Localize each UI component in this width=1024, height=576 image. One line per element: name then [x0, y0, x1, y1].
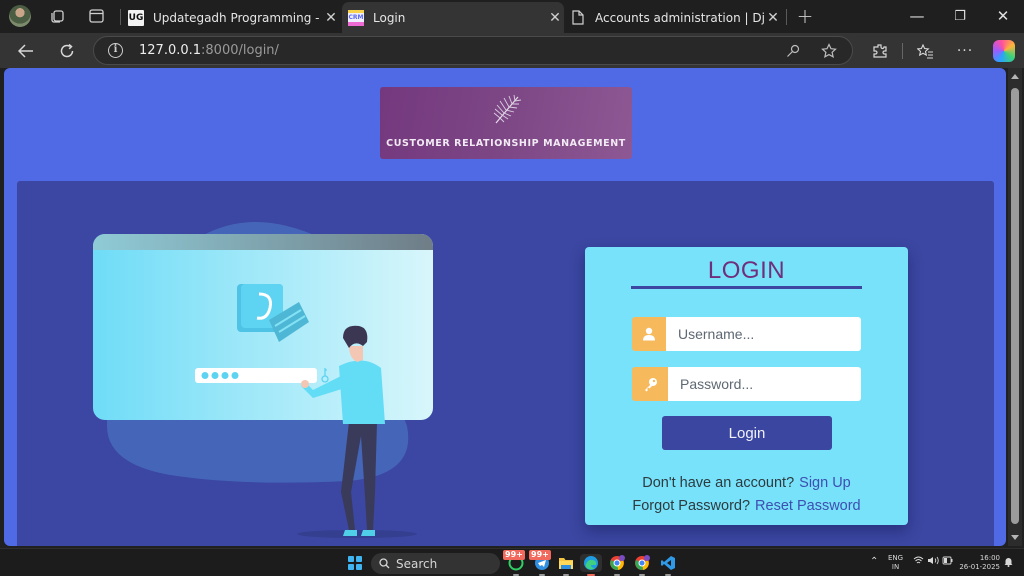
- password-field-group: [632, 367, 861, 401]
- login-form-card: LOGIN Login Don't have an account?Sign U…: [585, 247, 908, 525]
- signup-prompt: Don't have an account?: [642, 475, 795, 491]
- scrollbar-thumb[interactable]: [1011, 88, 1019, 524]
- heading-underline: [631, 286, 862, 289]
- document-icon: [570, 10, 586, 26]
- browser-tab-bar: UG Updategadh Programming - Updategadh ✕…: [0, 0, 1024, 33]
- scroll-up-arrow-icon[interactable]: [1011, 74, 1019, 79]
- tab-separator: [786, 9, 787, 25]
- favorites-icon[interactable]: [912, 38, 938, 64]
- page-viewport: CUSTOMER RELATIONSHIP MANAGEMENT LOGIN U…: [4, 68, 1006, 546]
- tab-title: Accounts administration | Django site ad…: [595, 10, 764, 25]
- password-key-icon[interactable]: [783, 41, 803, 61]
- updategadh-favicon-icon: UG: [128, 9, 144, 26]
- taskbar-search[interactable]: Search: [371, 553, 500, 574]
- username-field-group: [632, 317, 861, 351]
- reset-line: Forgot Password? Reset Password: [585, 498, 908, 514]
- url-text[interactable]: 127.0.0.1:8000/login/: [139, 43, 279, 58]
- username-input[interactable]: [666, 317, 861, 351]
- wifi-icon[interactable]: [913, 556, 924, 568]
- logo-caption: CUSTOMER RELATIONSHIP MANAGEMENT: [386, 138, 626, 149]
- vscode-icon[interactable]: [659, 554, 677, 576]
- copilot-icon[interactable]: [993, 40, 1015, 62]
- page-scrollbar[interactable]: [1008, 68, 1022, 546]
- clock-date: 26-01-2025: [959, 563, 1000, 571]
- tab-title: Login: [373, 10, 406, 25]
- scroll-down-arrow-icon[interactable]: [1011, 535, 1019, 540]
- tab-updategadh[interactable]: UG Updategadh Programming - Updategadh ✕: [124, 2, 340, 33]
- notification-badge: 99+: [529, 550, 551, 560]
- battery-icon[interactable]: [942, 556, 953, 568]
- chrome-profile-icon[interactable]: [608, 554, 626, 576]
- close-window-button[interactable]: ✕: [983, 4, 1023, 28]
- profile-avatar[interactable]: [9, 5, 31, 27]
- windows-start-icon[interactable]: [348, 556, 362, 570]
- edge-browser-icon[interactable]: [580, 554, 602, 576]
- palm-leaf-icon: [493, 94, 522, 124]
- reset-password-link[interactable]: Reset Password: [755, 498, 861, 514]
- main-panel: LOGIN Login Don't have an account?Sign U…: [17, 181, 994, 546]
- telegram-icon[interactable]: 99+: [529, 550, 551, 576]
- signup-link[interactable]: Sign Up: [799, 475, 851, 491]
- user-icon: [632, 317, 666, 351]
- browser-toolbar: i 127.0.0.1:8000/login/ ···: [0, 33, 1024, 68]
- workspaces-icon[interactable]: [45, 5, 69, 27]
- crm-favicon-icon: CRM: [348, 9, 364, 26]
- login-heading: LOGIN: [707, 257, 786, 284]
- file-explorer-icon[interactable]: [557, 554, 575, 576]
- language-indicator[interactable]: ENG IN: [888, 554, 903, 572]
- volume-icon[interactable]: [927, 556, 939, 568]
- password-input[interactable]: [668, 367, 861, 401]
- tab-title: Updategadh Programming - Updategadh: [153, 10, 322, 25]
- notification-badge: 99+: [503, 550, 525, 560]
- show-hidden-icons-chevron-icon[interactable]: ⌃: [870, 557, 878, 567]
- tab-close-icon[interactable]: ✕: [764, 10, 782, 26]
- tab-separator: [120, 9, 121, 25]
- extensions-icon[interactable]: [867, 38, 893, 64]
- more-options-icon[interactable]: ···: [952, 38, 978, 64]
- tab-django-admin[interactable]: Accounts administration | Django site ad…: [566, 2, 782, 33]
- address-bar[interactable]: i 127.0.0.1:8000/login/: [93, 36, 853, 65]
- windows-taskbar: Search 99+ 99+ ⌃ ENG IN 16:00 26-01-2025: [0, 548, 1024, 576]
- back-button[interactable]: [13, 38, 39, 64]
- refresh-button[interactable]: [54, 38, 80, 64]
- tab-close-icon[interactable]: ✕: [322, 10, 340, 26]
- toolbar-separator: [902, 43, 903, 59]
- favorite-star-icon[interactable]: [819, 41, 839, 61]
- chrome-profile-icon[interactable]: [633, 554, 651, 576]
- whatsapp-icon[interactable]: 99+: [503, 550, 525, 576]
- tab-close-icon[interactable]: ✕: [546, 10, 564, 26]
- signup-line: Don't have an account? Sign Up: [585, 475, 908, 491]
- tab-actions-icon[interactable]: [84, 5, 108, 27]
- notification-bell-icon[interactable]: [1004, 556, 1013, 570]
- clock[interactable]: 16:00 26-01-2025: [956, 554, 1000, 572]
- restore-button[interactable]: ❐: [940, 4, 980, 28]
- site-info-icon[interactable]: i: [108, 43, 123, 58]
- illustration-window-bar: [93, 234, 433, 250]
- clock-time: 16:00: [979, 554, 1000, 562]
- login-illustration: [93, 222, 433, 538]
- key-icon: [632, 367, 668, 401]
- minimize-button[interactable]: —: [897, 4, 937, 28]
- crm-logo-banner: CUSTOMER RELATIONSHIP MANAGEMENT: [380, 87, 632, 159]
- login-submit-button[interactable]: Login: [662, 416, 832, 450]
- search-label: Search: [396, 556, 438, 571]
- search-icon: [379, 558, 390, 569]
- new-tab-button[interactable]: +: [793, 4, 817, 28]
- forgot-prompt: Forgot Password?: [632, 498, 751, 514]
- tab-login[interactable]: CRM Login ✕: [342, 2, 564, 33]
